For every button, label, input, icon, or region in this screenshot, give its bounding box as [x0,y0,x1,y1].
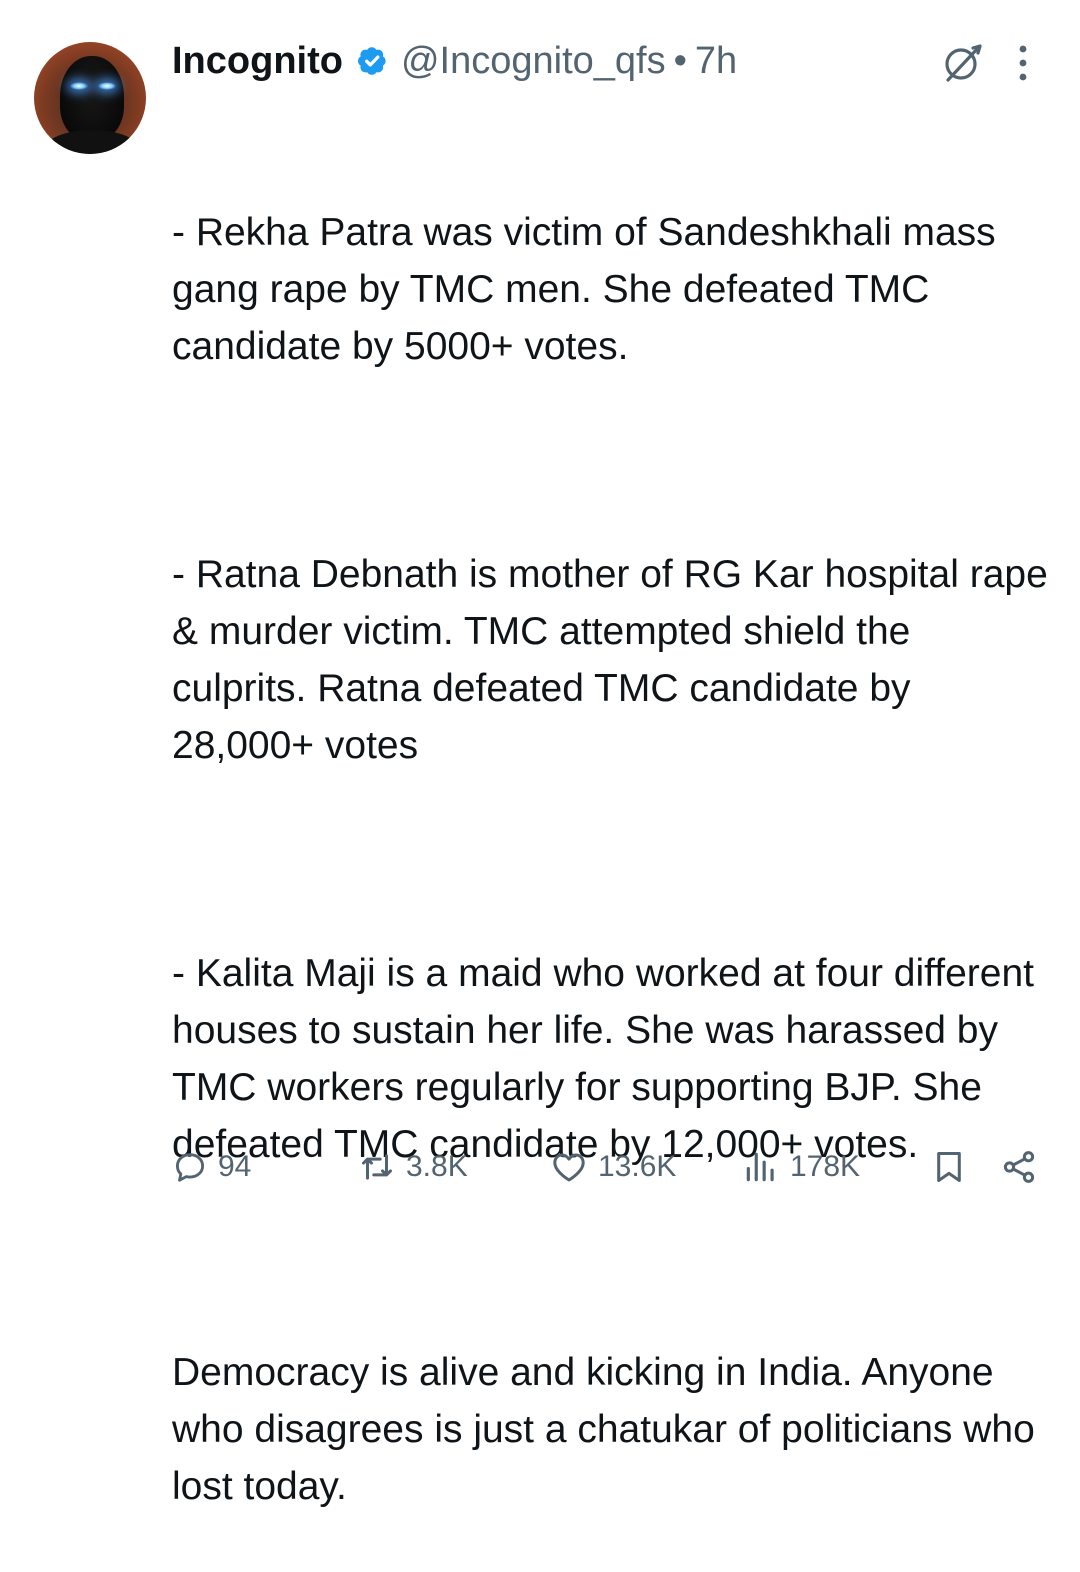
tweet-text: - Rekha Patra was victim of Sandeshkhali… [172,90,1052,1572]
author-handle[interactable]: @Incognito_qfs [401,40,666,83]
tweet-header: Incognito @Incognito_qfs • 7h [172,36,737,86]
repost-button[interactable]: 3.8K [358,1142,468,1192]
author-name[interactable]: Incognito [172,40,343,83]
reply-icon [172,1149,208,1185]
avatar-eye-right [98,82,116,90]
views-chart-icon [742,1148,780,1186]
tweet-actions-bar: 94 3.8K 13.6K 178K [172,1142,1042,1192]
verified-badge-icon [355,43,391,79]
tweet-time[interactable]: 7h [695,40,737,83]
more-vertical-icon[interactable] [1010,40,1036,86]
like-button[interactable]: 13.6K [550,1142,676,1192]
tweet-paragraph: Democracy is alive and kicking in India.… [172,1351,1046,1508]
header-separator: • [673,39,687,82]
tweet-paragraph: - Kalita Maji is a maid who worked at fo… [172,952,1045,1166]
avatar-eye-left [70,82,88,90]
share-button[interactable] [1000,1142,1038,1192]
like-count: 13.6K [598,1150,677,1183]
bookmark-button[interactable] [930,1142,968,1192]
share-icon [1000,1148,1038,1186]
views-count: 178K [790,1150,861,1183]
avatar[interactable] [34,42,146,154]
reply-count: 94 [218,1150,252,1183]
views-button[interactable]: 178K [742,1142,860,1192]
heart-icon [550,1148,588,1186]
tweet-paragraph: - Rekha Patra was victim of Sandeshkhali… [172,211,1007,368]
repost-icon [358,1148,396,1186]
grok-icon[interactable] [940,40,986,86]
avatar-head [60,56,124,140]
bookmark-icon [930,1148,968,1186]
reply-button[interactable]: 94 [172,1142,251,1192]
repost-count: 3.8K [406,1150,468,1183]
tweet-paragraph: - Ratna Debnath is mother of RG Kar hosp… [172,553,1059,767]
avatar-shoulders [44,130,140,154]
